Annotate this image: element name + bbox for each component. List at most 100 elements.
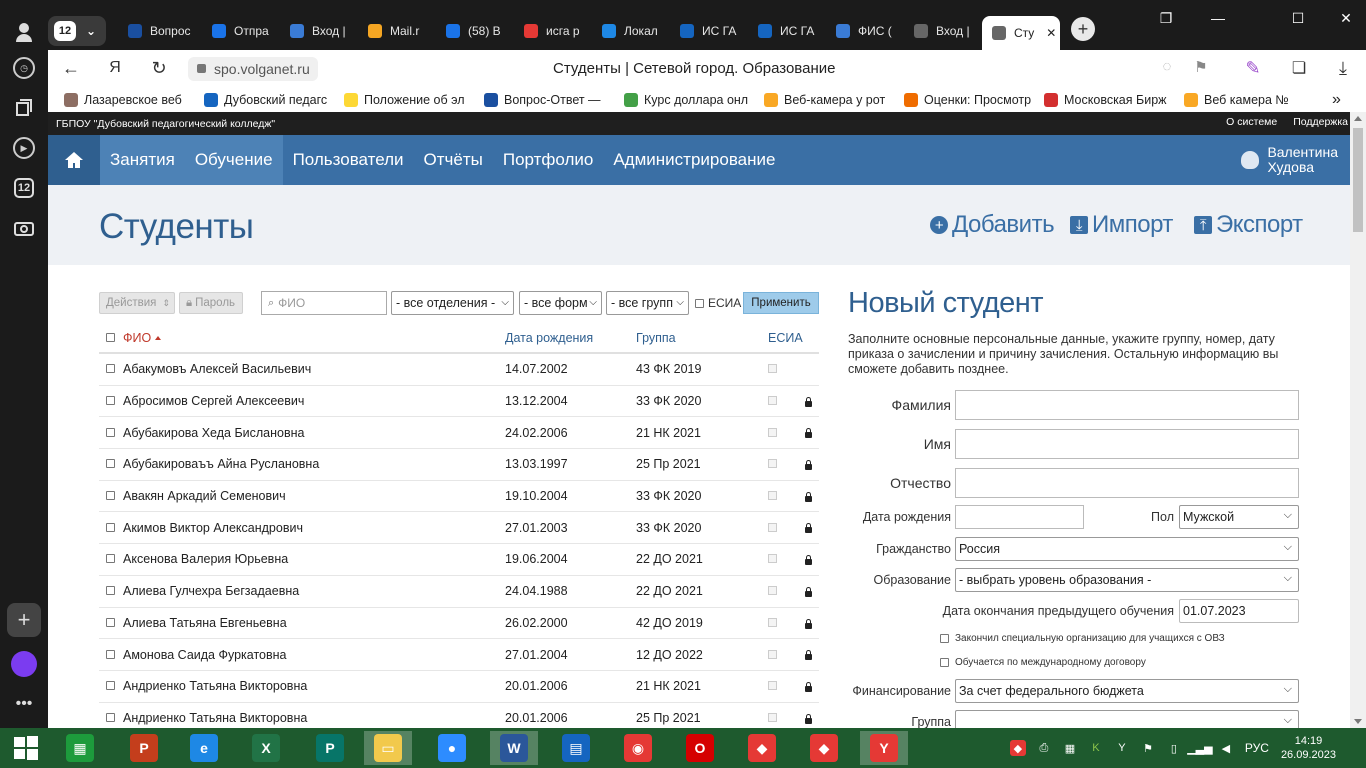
url-field[interactable]: spo.volganet.ru [188, 57, 318, 81]
row-checkbox[interactable] [106, 586, 115, 596]
browser-tab[interactable]: ИС ГА [748, 16, 826, 46]
about-link[interactable]: О системе [1226, 116, 1277, 128]
start-button[interactable] [2, 731, 50, 765]
browser-tab[interactable]: Вход | [280, 16, 358, 46]
search-input[interactable]: ⌕ ФИО [261, 291, 387, 315]
taskbar-app-word[interactable]: W [490, 731, 538, 765]
user-menu[interactable]: Валентина Худова [1241, 145, 1338, 175]
browser-tab[interactable]: ФИС ( [826, 16, 904, 46]
bookmarks-overflow-icon[interactable]: » [1332, 91, 1341, 109]
table-row[interactable]: Аксенова Валерия Юрьевна 19.06.2004 22 ДО … [99, 544, 819, 576]
esia-column-header[interactable]: ЕСИА [768, 331, 803, 345]
dob-field[interactable] [955, 505, 1084, 529]
browser-tab[interactable]: Сту ✕ [982, 16, 1060, 50]
taskbar-app-publisher[interactable]: P [306, 731, 354, 765]
taskbar-app-excel-green[interactable]: ▦ [56, 731, 104, 765]
finance-select[interactable]: За счет федерального бюджета ⌵ [955, 679, 1299, 703]
table-row[interactable]: Абросимов Сергей Алексеевич 13.12.2004 33 … [99, 386, 819, 418]
nav-reports[interactable]: Отчёты [414, 135, 493, 185]
browser-tab[interactable]: Локал [592, 16, 670, 46]
intl-checkbox[interactable] [940, 658, 949, 667]
student-name[interactable]: Алиева Татьяна Евгеньевна [123, 616, 287, 630]
nav-users[interactable]: Пользователи [283, 135, 414, 185]
bookmark-item[interactable]: Московская Бирж [1044, 93, 1184, 107]
student-name[interactable]: Андриенко Татьяна Викторовна [123, 711, 307, 725]
bookmark-icon[interactable]: ⚑ [1190, 58, 1212, 76]
bookmark-item[interactable]: Вопрос-Ответ — [484, 93, 624, 107]
more-icon[interactable]: ••• [8, 688, 40, 720]
bookmark-item[interactable]: Курс доллара онл [624, 93, 764, 107]
table-row[interactable]: Андриенко Татьяна Викторовна 20.01.2006 21… [99, 671, 819, 703]
row-checkbox[interactable] [106, 396, 115, 406]
browser-tab[interactable]: (58) В [436, 16, 514, 46]
taskbar-app-internet-explorer[interactable]: e [180, 731, 228, 765]
close-tab-icon[interactable]: ✕ [1046, 26, 1056, 40]
patronymic-field[interactable] [955, 468, 1299, 498]
bookmark-item[interactable]: Оценки: Просмотр [904, 93, 1044, 107]
taskbar-app-anydesk[interactable]: ◆ [738, 731, 786, 765]
page-scrollbar[interactable] [1350, 112, 1366, 728]
ovz-checkbox[interactable] [940, 634, 949, 643]
student-name[interactable]: Абубакироваъъ Айна Руслановна [123, 457, 319, 471]
taskbar-app-powerpoint[interactable]: P [120, 731, 168, 765]
select-all-checkbox[interactable] [106, 333, 115, 342]
history-icon[interactable]: ◷ [8, 52, 40, 84]
student-name[interactable]: Аксенова Валерия Юрьевна [123, 552, 288, 566]
table-row[interactable]: Авакян Аркадий Семенович 19.10.2004 33 ФК … [99, 481, 819, 513]
profile-icon[interactable] [8, 16, 40, 48]
collections-icon[interactable] [8, 92, 40, 124]
k-icon[interactable]: K [1088, 740, 1104, 756]
intl-option[interactable]: Обучается по международному договору [940, 657, 1146, 668]
nav-education[interactable]: Обучение [184, 135, 283, 185]
nav-admin[interactable]: Администрирование [603, 135, 785, 185]
department-select[interactable]: - все отделения - ⌵ [391, 291, 514, 315]
row-checkbox[interactable] [106, 427, 115, 437]
bookmark-item[interactable]: Лазаревское веб [64, 93, 204, 107]
yandex-icon[interactable]: Я [104, 59, 126, 77]
taskbar-app-file-explorer[interactable]: ▭ [364, 731, 412, 765]
extensions-icon[interactable]: ❏ [1288, 58, 1310, 78]
bookmark-item[interactable]: Положение об эл [344, 93, 484, 107]
tab-group[interactable]: 12 ⌄ [48, 16, 106, 46]
gender-select[interactable]: Мужской ⌵ [1179, 505, 1299, 529]
form-select[interactable]: - все форм ⌵ [519, 291, 602, 315]
minimize-icon[interactable]: — [1208, 10, 1228, 26]
student-name[interactable]: Амонова Саида Фуркатовна [123, 648, 287, 662]
anydesk-tray-icon[interactable]: ◆ [1009, 740, 1026, 756]
table-row[interactable]: Абубакироваъъ Айна Руслановна 13.03.1997 2… [99, 449, 819, 481]
yandex-tray-icon[interactable]: Y [1114, 740, 1130, 756]
row-checkbox[interactable] [106, 617, 115, 627]
bookmark-item[interactable]: Дубовский педагс [204, 93, 344, 107]
flag-icon[interactable]: ⚑ [1140, 740, 1156, 756]
pen-icon[interactable]: ✎ [1242, 58, 1264, 79]
row-checkbox[interactable] [106, 649, 115, 659]
reload-icon[interactable]: ↻ [148, 58, 170, 79]
printer-icon[interactable]: ⎙ [1036, 740, 1052, 756]
name-field[interactable] [955, 429, 1299, 459]
nav-portfolio[interactable]: Портфолио [493, 135, 603, 185]
bookmark-window-icon[interactable]: ❐ [1156, 10, 1176, 27]
esia-filter[interactable]: ЕСИА [695, 296, 741, 310]
group-select[interactable]: - все групп ⌵ [606, 291, 689, 315]
add-panel-icon[interactable]: + [7, 603, 41, 637]
table-row[interactable]: Амонова Саида Фуркатовна 27.01.2004 12 ДО … [99, 639, 819, 671]
scroll-thumb[interactable] [1353, 128, 1363, 232]
surname-field[interactable] [955, 390, 1299, 420]
password-button[interactable]: 🔒︎ Пароль [179, 292, 243, 314]
scroll-down-icon[interactable] [1354, 719, 1362, 724]
fio-column-header[interactable]: ФИО [123, 331, 162, 345]
volume-icon[interactable]: ◀ [1218, 740, 1234, 756]
row-checkbox[interactable] [106, 681, 115, 691]
table-row[interactable]: Абакумовъ Алексей Васильевич 14.07.2002 43… [99, 354, 819, 386]
taskbar-app-opera[interactable]: O [676, 731, 724, 765]
bookmark-item[interactable]: Веб камера № [1184, 93, 1324, 107]
student-name[interactable]: Авакян Аркадий Семенович [123, 489, 286, 503]
taskbar-app-zoom[interactable]: ● [428, 731, 476, 765]
scroll-up-icon[interactable] [1354, 116, 1362, 121]
nav-lessons[interactable]: Занятия [100, 135, 185, 185]
clock[interactable]: 14:19 26.09.2023 [1281, 734, 1336, 762]
row-checkbox[interactable] [106, 491, 115, 501]
taskbar-app-anydesk-2[interactable]: ◆ [800, 731, 848, 765]
new-tab-button[interactable]: + [1071, 17, 1095, 41]
table-row[interactable]: Алиева Татьяна Евгеньевна 26.02.2000 42 ДО… [99, 608, 819, 640]
